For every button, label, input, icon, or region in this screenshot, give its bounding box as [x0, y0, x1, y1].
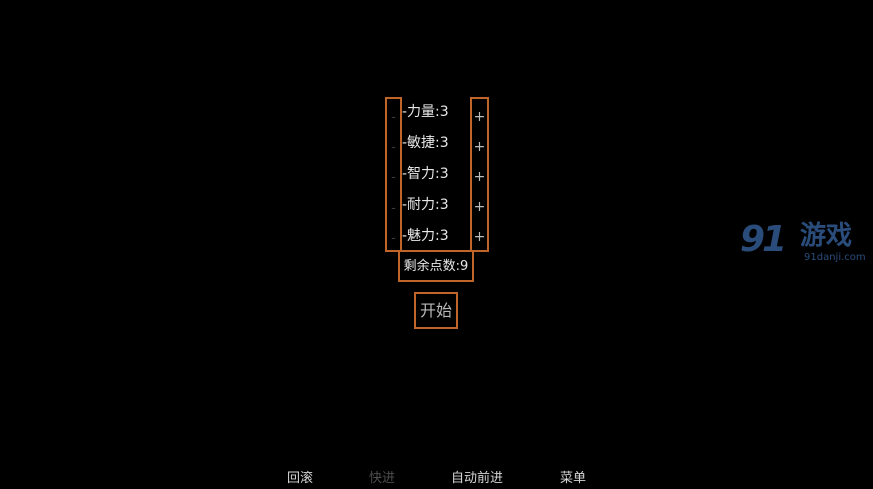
endurance-stat: -耐力:3	[402, 197, 449, 213]
site-watermark-logo: 91 游戏 91danji.com	[738, 218, 873, 270]
remaining-points-box: 剩余点数:9	[398, 250, 474, 282]
charm-stat: -魅力:3	[402, 228, 449, 244]
start-button[interactable]: 开始	[414, 292, 458, 329]
strength-minus-button[interactable]: -	[387, 110, 400, 126]
endurance-minus-button[interactable]: -	[387, 201, 400, 217]
rollback-button[interactable]: 回滚	[287, 471, 313, 487]
strength-plus-button[interactable]: +	[472, 109, 487, 125]
intelligence-plus-button[interactable]: +	[472, 169, 487, 185]
charm-plus-button[interactable]: +	[472, 229, 487, 245]
menu-button[interactable]: 菜单	[560, 471, 586, 487]
watermark-logo-text: 游戏	[800, 221, 853, 251]
watermark-logo-number: 91	[740, 219, 787, 260]
agility-plus-button[interactable]: +	[472, 139, 487, 155]
skip-button[interactable]: 快进	[369, 471, 395, 487]
agility-stat: -敏捷:3	[402, 135, 449, 151]
watermark-url: 91danji.com	[804, 252, 866, 263]
auto-advance-button[interactable]: 自动前进	[451, 471, 503, 487]
intelligence-minus-button[interactable]: -	[387, 170, 400, 186]
endurance-plus-button[interactable]: +	[472, 199, 487, 215]
charm-minus-button[interactable]: -	[387, 231, 400, 247]
agility-minus-button[interactable]: -	[387, 140, 400, 156]
stat-plus-column: + + + + +	[470, 97, 489, 252]
remaining-points: 剩余点数:9	[403, 259, 469, 274]
strength-stat: -力量:3	[402, 104, 449, 120]
stat-minus-column: - - - - -	[385, 97, 402, 252]
intelligence-stat: -智力:3	[402, 166, 449, 182]
